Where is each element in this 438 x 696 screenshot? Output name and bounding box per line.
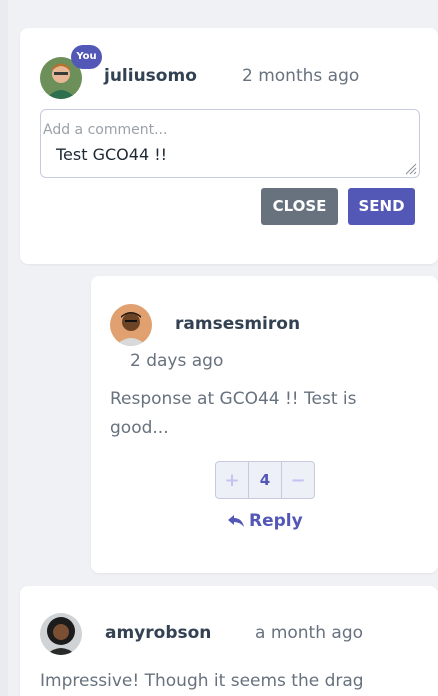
send-button[interactable]: SEND — [348, 188, 415, 225]
comment-textarea[interactable]: Add a comment... Test GCO44 !! — [40, 109, 420, 178]
timestamp: a month ago — [255, 623, 364, 643]
username: juliusomo — [104, 66, 197, 86]
reply-button[interactable]: Reply — [227, 511, 303, 531]
comment-text-line: good... — [110, 418, 169, 438]
textarea-value: Test GCO44 !! — [56, 145, 168, 164]
reply-label: Reply — [249, 511, 303, 531]
score-value: 4 — [248, 462, 282, 498]
comment-text: Response at GCO44 !! Test is good... — [110, 385, 357, 443]
score-counter: + 4 − — [215, 461, 315, 499]
you-badge: You — [71, 45, 102, 69]
upvote-button[interactable]: + — [216, 462, 248, 498]
reply-arrow-icon — [228, 514, 244, 527]
thread-line — [0, 0, 8, 696]
timestamp: 2 days ago — [130, 351, 224, 371]
comment-text: Impressive! Though it seems the drag — [40, 671, 364, 691]
username: amyrobson — [105, 623, 212, 643]
avatar-ramsesmiron — [110, 304, 152, 346]
avatar-amyrobson — [40, 613, 82, 655]
close-button[interactable]: CLOSE — [261, 188, 338, 225]
comment-text-line: Response at GCO44 !! Test is — [110, 389, 357, 409]
timestamp: 2 months ago — [242, 66, 360, 86]
username: ramsesmiron — [175, 314, 301, 334]
resize-grip-icon[interactable] — [403, 161, 417, 175]
downvote-button[interactable]: − — [282, 462, 314, 498]
textarea-placeholder: Add a comment... — [43, 122, 168, 138]
